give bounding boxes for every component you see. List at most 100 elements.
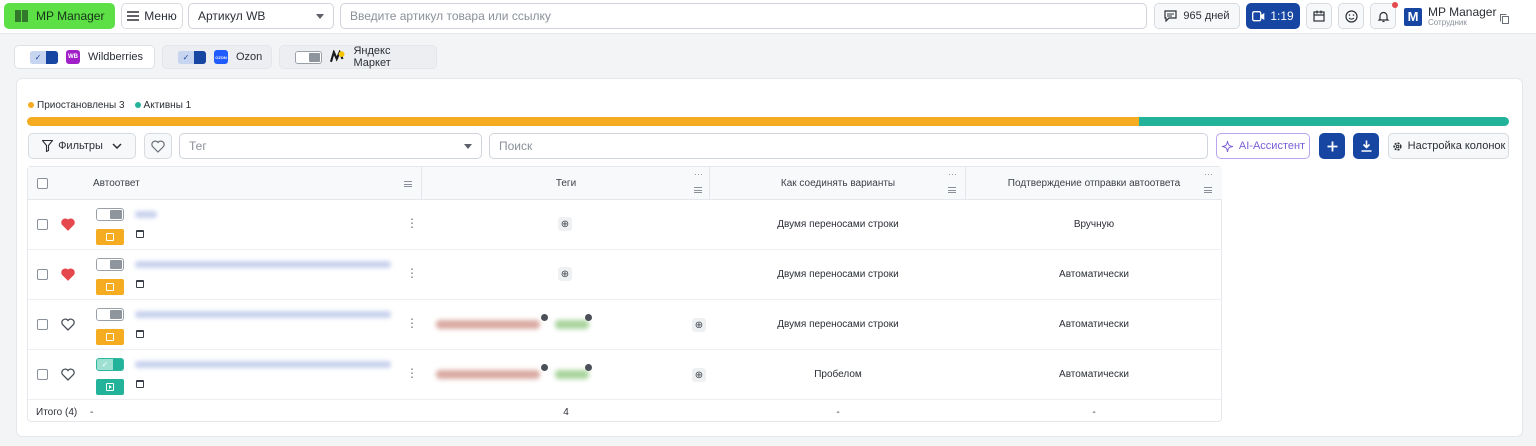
autoreply-name-redacted[interactable] — [135, 261, 391, 268]
marketplace-toggle[interactable]: ✓ — [30, 50, 58, 64]
download-button[interactable] — [1353, 133, 1379, 159]
legend-active[interactable]: Активны 1 — [134, 100, 192, 111]
copy-icon[interactable] — [1500, 13, 1510, 24]
article-type-select[interactable]: Артикул WB — [188, 3, 334, 29]
days-button[interactable]: 965 дней — [1154, 3, 1240, 29]
menu-button[interactable]: Меню — [121, 3, 183, 29]
tag-chip-redacted[interactable] — [436, 320, 540, 329]
calendar-icon[interactable] — [136, 280, 144, 288]
remove-tag-icon[interactable] — [541, 314, 548, 321]
table-row[interactable]: ⋮ ⊕ Двумя переносами строки Вручную — [28, 200, 1222, 250]
join-cell: Двумя переносами строки — [777, 219, 899, 230]
play-icon — [106, 383, 114, 391]
calendar-icon[interactable] — [136, 230, 144, 238]
plus-icon — [1327, 141, 1337, 151]
table-header: Автоответ Теги ··· Как соединять вариант… — [28, 167, 1222, 200]
video-timer-button[interactable]: 1:19 — [1246, 3, 1300, 29]
user-name: MP Manager — [1428, 5, 1497, 19]
filters-button[interactable]: Фильтры — [28, 133, 136, 159]
active-segment[interactable] — [1138, 117, 1509, 126]
calendar-button[interactable] — [1306, 3, 1332, 29]
favorites-filter-button[interactable] — [144, 133, 172, 159]
sparkle-icon — [1221, 140, 1233, 152]
marketplace-wildberries[interactable]: ✓ WB Wildberries — [14, 45, 155, 69]
column-menu-icon[interactable] — [1204, 187, 1212, 193]
autoreply-name-redacted[interactable] — [135, 311, 391, 318]
column-menu-icon[interactable] — [694, 187, 702, 193]
confirm-cell: Автоматически — [1059, 319, 1129, 330]
autoreply-toggle[interactable] — [96, 258, 124, 271]
column-options-icon[interactable]: ··· — [694, 169, 703, 179]
user-profile[interactable]: M MP Manager Сотрудник — [1404, 2, 1532, 31]
column-header-confirm[interactable]: Подтверждение отправки автоответа — [966, 167, 1222, 200]
search-input[interactable]: Поиск — [489, 133, 1208, 159]
table-row[interactable]: ⋮ ⊕ Двумя переносами строки Автоматическ… — [28, 300, 1222, 350]
column-menu-icon[interactable] — [948, 187, 956, 193]
tag-select[interactable]: Тег — [179, 133, 482, 159]
heart-icon[interactable] — [61, 318, 75, 331]
legend-active-label: Активны 1 — [143, 100, 192, 111]
autoreply-name-redacted[interactable] — [135, 361, 391, 368]
column-settings-button[interactable]: Настройка колонок — [1388, 133, 1509, 159]
table-row[interactable]: ⋮ ⊕ Двумя переносами строки Автоматическ… — [28, 250, 1222, 300]
logo-button[interactable]: MP Manager — [4, 3, 115, 29]
column-header-join[interactable]: Как соединять варианты — [710, 167, 966, 200]
barcode-icon — [15, 10, 28, 22]
logo-label: MP Manager — [36, 9, 105, 23]
autoreply-name-redacted[interactable] — [135, 211, 157, 218]
add-tag-button[interactable]: ⊕ — [558, 267, 572, 281]
paused-segment[interactable] — [27, 117, 1139, 126]
autoreply-toggle[interactable] — [96, 308, 124, 321]
tag-chip-redacted[interactable] — [555, 370, 589, 379]
column-menu-icon[interactable] — [404, 181, 412, 187]
table-footer: Итого (4) - 4 - - — [28, 401, 1222, 422]
kebab-icon[interactable]: ⋮ — [406, 217, 418, 229]
column-header-tags[interactable]: Теги — [422, 167, 710, 200]
tag-chip-redacted[interactable] — [555, 320, 589, 329]
download-icon — [1361, 140, 1371, 152]
table-row[interactable]: ✓ ⋮ ⊕ Пробелом Автоматически — [28, 350, 1222, 400]
tag-chip-redacted[interactable] — [436, 370, 540, 379]
autoreply-toggle[interactable]: ✓ — [96, 358, 124, 371]
marketplace-toggle[interactable]: ✓ — [178, 50, 206, 64]
chevron-down-icon — [316, 13, 324, 19]
video-icon — [1252, 10, 1265, 21]
row-checkbox[interactable] — [37, 319, 48, 330]
heart-icon[interactable] — [61, 368, 75, 381]
yandex-market-logo-icon — [330, 50, 345, 63]
column-header-autoreply[interactable]: Автоответ — [93, 167, 140, 200]
remove-tag-icon[interactable] — [541, 364, 548, 371]
ai-label: AI-Ассистент — [1238, 140, 1306, 152]
column-options-icon[interactable]: ··· — [948, 169, 957, 179]
select-all-checkbox[interactable] — [37, 178, 48, 189]
kebab-icon[interactable]: ⋮ — [406, 317, 418, 329]
remove-tag-icon[interactable] — [585, 364, 592, 371]
marketplace-ozon[interactable]: ✓ OZON Ozon — [162, 45, 272, 69]
add-button[interactable] — [1319, 133, 1345, 159]
column-options-icon[interactable]: ··· — [1204, 169, 1213, 179]
calendar-icon[interactable] — [136, 380, 144, 388]
feedback-button[interactable] — [1338, 3, 1364, 29]
chat-icon — [1164, 10, 1178, 22]
calendar-icon[interactable] — [136, 330, 144, 338]
kebab-icon[interactable]: ⋮ — [406, 367, 418, 379]
autoreply-toggle[interactable] — [96, 208, 124, 221]
kebab-icon[interactable]: ⋮ — [406, 267, 418, 279]
row-checkbox[interactable] — [37, 219, 48, 230]
marketplace-yandex[interactable]: Яндекс Маркет — [279, 45, 437, 69]
heart-icon[interactable] — [61, 218, 75, 231]
legend-paused[interactable]: Приостановлены 3 — [28, 100, 125, 111]
add-tag-button[interactable]: ⊕ — [692, 318, 706, 332]
heart-icon[interactable] — [61, 268, 75, 281]
row-checkbox[interactable] — [37, 369, 48, 380]
status-progress-bar — [27, 117, 1509, 126]
remove-tag-icon[interactable] — [585, 314, 592, 321]
total-autoreply: - — [90, 407, 94, 418]
ai-assistant-button[interactable]: AI-Ассистент — [1216, 133, 1310, 159]
marketplace-toggle[interactable] — [295, 50, 323, 64]
total-tags: 4 — [563, 407, 569, 418]
row-checkbox[interactable] — [37, 269, 48, 280]
add-tag-button[interactable]: ⊕ — [692, 368, 706, 382]
add-tag-button[interactable]: ⊕ — [558, 217, 572, 231]
article-search-input[interactable]: Введите артикул товара или ссылку — [340, 3, 1147, 29]
